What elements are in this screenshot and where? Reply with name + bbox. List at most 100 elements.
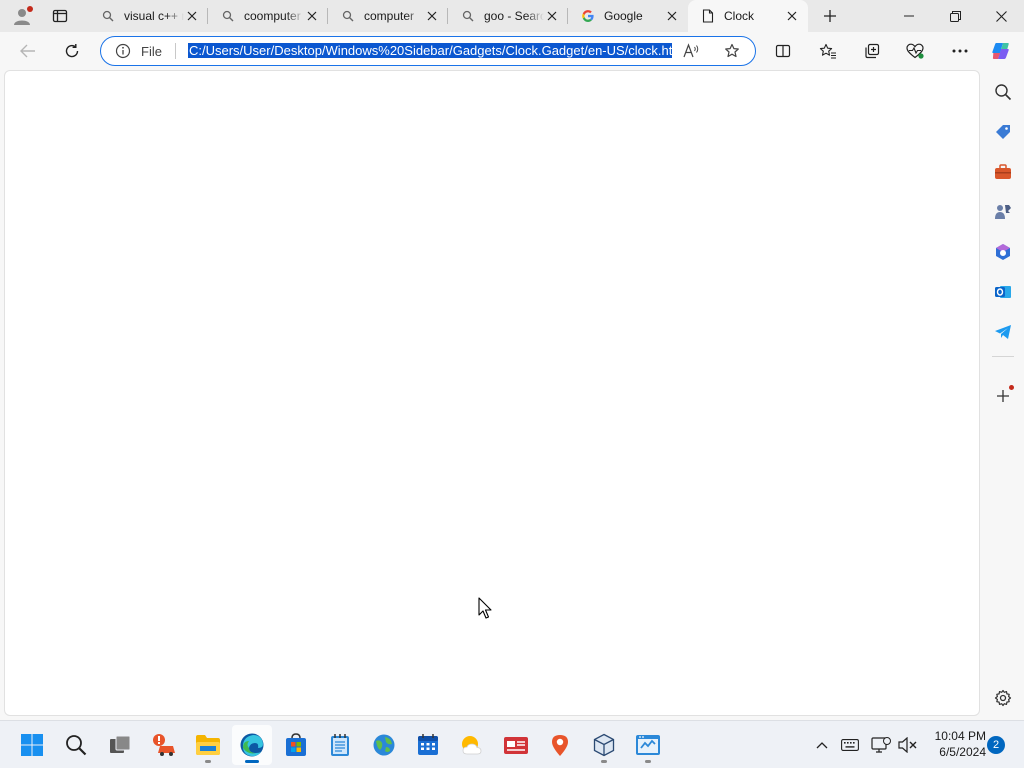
maps-icon bbox=[373, 734, 395, 756]
search-icon bbox=[995, 84, 1012, 101]
taskbar-search-button[interactable] bbox=[56, 725, 96, 765]
minimize-button[interactable] bbox=[886, 0, 932, 32]
start-button[interactable] bbox=[12, 725, 52, 765]
taskbar-virtualbox[interactable] bbox=[584, 725, 624, 765]
taskbar-notepad[interactable] bbox=[320, 725, 360, 765]
volume-button[interactable] bbox=[896, 733, 920, 757]
tab-goo-search[interactable]: goo - Search bbox=[448, 0, 568, 32]
sidebar-search-button[interactable] bbox=[989, 78, 1017, 106]
sidebar-settings-button[interactable] bbox=[989, 684, 1017, 712]
google-icon bbox=[580, 8, 596, 24]
show-hidden-icons-button[interactable] bbox=[810, 733, 834, 757]
tab-label: Google bbox=[604, 9, 643, 23]
sidebar-games-button[interactable] bbox=[989, 198, 1017, 226]
notification-badge[interactable]: 2 bbox=[987, 736, 1005, 754]
close-icon bbox=[995, 10, 1007, 22]
taskbar-settings-app[interactable] bbox=[628, 725, 668, 765]
tab-label: goo - Search bbox=[484, 9, 544, 23]
add-icon bbox=[997, 390, 1009, 402]
taskbar-maps[interactable] bbox=[364, 725, 404, 765]
page-icon bbox=[700, 8, 716, 24]
keyboard-layout-button[interactable] bbox=[838, 733, 862, 757]
telegram-icon bbox=[995, 325, 1011, 339]
minimize-icon bbox=[904, 15, 914, 17]
toolbar: File C:/Users/User/Desktop/Windows%20Sid… bbox=[0, 32, 1024, 70]
restore-button[interactable] bbox=[932, 0, 978, 32]
favorite-button[interactable] bbox=[721, 41, 743, 61]
sidebar-microsoft-365-button[interactable] bbox=[989, 238, 1017, 266]
clock-date: 6/5/2024 bbox=[939, 745, 986, 759]
search-icon bbox=[220, 8, 236, 24]
task-view-icon bbox=[110, 735, 131, 753]
collections-icon bbox=[865, 43, 880, 59]
close-tab-icon[interactable] bbox=[664, 8, 680, 24]
info-icon[interactable] bbox=[115, 43, 131, 59]
tab-visual-cpp[interactable]: visual c++ redistributable bbox=[88, 0, 208, 32]
url-text-selected[interactable]: C:/Users/User/Desktop/Windows%20Sidebar/… bbox=[188, 43, 672, 58]
new-tab-button[interactable] bbox=[816, 4, 844, 28]
split-screen-button[interactable] bbox=[768, 37, 798, 65]
browser-essentials-button[interactable] bbox=[900, 37, 930, 65]
taskbar-file-explorer[interactable] bbox=[188, 725, 228, 765]
favorites-icon bbox=[819, 43, 836, 59]
tab-computer[interactable]: computer bbox=[328, 0, 448, 32]
read-aloud-button[interactable] bbox=[681, 41, 703, 61]
copilot-icon bbox=[992, 43, 1009, 59]
taskbar: 10:04 PM 6/5/2024 2 bbox=[0, 720, 1024, 768]
refresh-button[interactable] bbox=[57, 37, 87, 65]
taskbar-news[interactable] bbox=[496, 725, 536, 765]
read-aloud-icon bbox=[683, 43, 699, 58]
tab-actions-button[interactable] bbox=[44, 4, 76, 28]
copilot-button[interactable] bbox=[987, 37, 1017, 65]
profile-notification-dot bbox=[27, 6, 33, 12]
tab-coomputer[interactable]: coomputer bbox=[208, 0, 328, 32]
edge-icon bbox=[240, 733, 264, 757]
close-tab-icon[interactable] bbox=[784, 8, 800, 24]
task-view-button[interactable] bbox=[100, 725, 140, 765]
taskbar-clock[interactable]: 10:04 PM 6/5/2024 bbox=[924, 728, 986, 760]
collections-button[interactable] bbox=[857, 37, 887, 65]
search-icon bbox=[66, 735, 87, 756]
profile-button[interactable] bbox=[8, 4, 36, 28]
sidebar-telegram-button[interactable] bbox=[989, 318, 1017, 346]
favorites-button[interactable] bbox=[813, 37, 843, 65]
address-divider bbox=[175, 43, 176, 59]
sidebar-outlook-button[interactable] bbox=[989, 278, 1017, 306]
close-tab-icon[interactable] bbox=[544, 8, 560, 24]
settings-icon bbox=[994, 689, 1012, 707]
back-button[interactable] bbox=[13, 37, 43, 65]
chevron-up-icon bbox=[816, 742, 828, 749]
sidebar-tools-button[interactable] bbox=[989, 158, 1017, 186]
site-scheme-label[interactable]: File bbox=[141, 44, 162, 59]
sidebar-divider bbox=[992, 356, 1014, 357]
notepad-icon bbox=[331, 734, 349, 756]
close-tab-icon[interactable] bbox=[184, 8, 200, 24]
tab-label: computer bbox=[364, 9, 415, 23]
tab-label: Clock bbox=[724, 9, 755, 23]
url-input[interactable]: C:/Users/User/Desktop/Windows%20Sidebar/… bbox=[188, 42, 672, 60]
taskbar-store[interactable] bbox=[276, 725, 316, 765]
sidebar-shopping-button[interactable] bbox=[989, 118, 1017, 146]
settings-and-more-button[interactable] bbox=[945, 37, 975, 65]
sidebar-add-button[interactable] bbox=[989, 382, 1017, 410]
taskbar-location-app[interactable] bbox=[540, 725, 580, 765]
taskbar-weather[interactable] bbox=[452, 725, 492, 765]
network-button[interactable] bbox=[869, 733, 893, 757]
tab-google[interactable]: Google bbox=[568, 0, 688, 32]
virtualbox-icon bbox=[593, 733, 615, 757]
taskbar-edge[interactable] bbox=[232, 725, 272, 765]
address-bar[interactable]: File C:/Users/User/Desktop/Windows%20Sid… bbox=[100, 36, 756, 66]
tab-clock[interactable]: Clock bbox=[688, 0, 808, 32]
search-icon bbox=[340, 8, 356, 24]
close-tab-icon[interactable] bbox=[424, 8, 440, 24]
close-window-button[interactable] bbox=[978, 0, 1024, 32]
start-icon bbox=[21, 734, 43, 756]
plus-icon bbox=[824, 10, 836, 22]
outlook-icon bbox=[995, 286, 1011, 298]
search-icon bbox=[460, 8, 476, 24]
settings-app-icon bbox=[636, 735, 660, 755]
close-tab-icon[interactable] bbox=[304, 8, 320, 24]
taskbar-app-alert[interactable] bbox=[144, 725, 184, 765]
taskbar-calendar[interactable] bbox=[408, 725, 448, 765]
restore-icon bbox=[949, 10, 961, 22]
